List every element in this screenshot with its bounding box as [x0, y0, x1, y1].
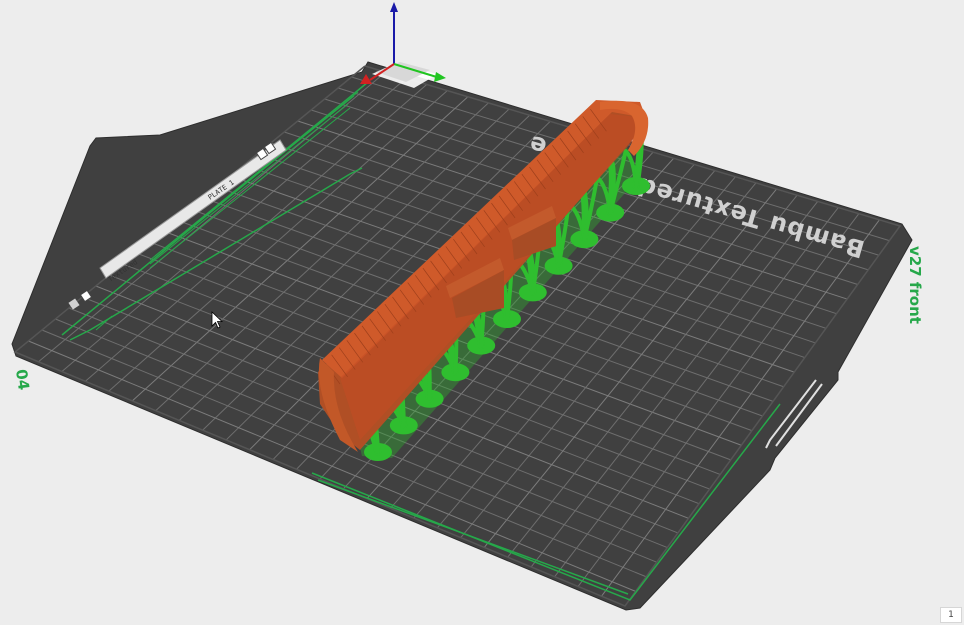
- side-label-front: v27 front: [906, 246, 924, 324]
- 3d-viewport[interactable]: PLATE 1 Textured Bambu Textured e v27 fr…: [0, 0, 964, 625]
- build-plate-scene[interactable]: PLATE 1 Textured Bambu Textured e v27 fr…: [0, 0, 964, 625]
- page-number-badge: 1: [940, 607, 962, 623]
- corner-label: 04: [12, 368, 33, 391]
